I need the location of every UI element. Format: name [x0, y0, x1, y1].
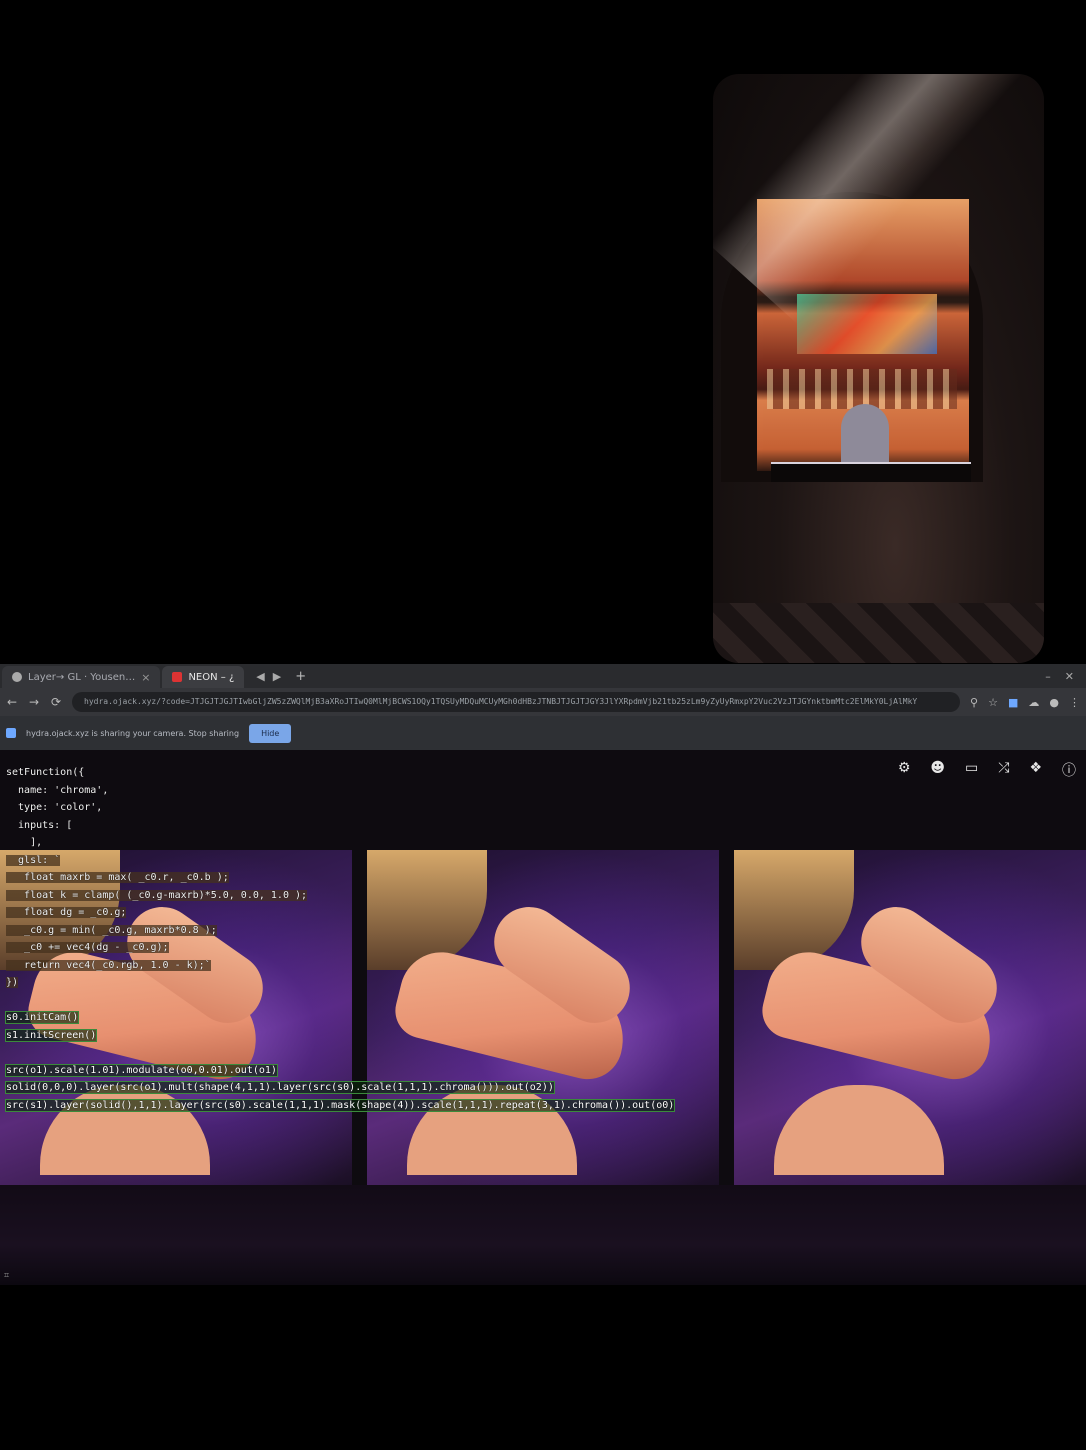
key-icon[interactable]: ⚲	[970, 696, 978, 709]
layers-icon[interactable]: ❖	[1029, 760, 1042, 780]
back-button[interactable]: ←	[6, 695, 18, 709]
camera-sharing-infobar: hydra.ojack.xyz is sharing your camera. …	[0, 716, 1086, 750]
code-line: name: 'chroma',	[6, 784, 109, 796]
code-line: return vec4(_c0.rgb, 1.0 - k);`	[6, 959, 211, 971]
code-line: _c0 += vec4(dg - _c0.g);	[6, 942, 169, 953]
new-tab-button[interactable]: +	[295, 669, 306, 684]
projection-window	[797, 294, 937, 354]
code-line: s1.initScreen()	[4, 1028, 98, 1042]
code-line: float k = clamp( (_c0.g-maxrb)*5.0, 0.0,…	[6, 889, 308, 901]
code-line: _c0.g = min( _c0.g, maxrb*0.8 );	[6, 924, 217, 936]
tab-scroll-right-icon[interactable]: ▶	[273, 670, 281, 683]
cloud-icon[interactable]: ☁	[1028, 696, 1039, 709]
reload-button[interactable]: ⟳	[50, 695, 62, 709]
browser-window: Layer→ GL · Yousen… × NEON – ¿ ◀ ▶ + – ✕…	[0, 664, 1086, 1285]
star-icon[interactable]: ☆	[988, 696, 998, 709]
code-line: float dg = _c0.g;	[6, 907, 127, 918]
code-line: ],	[6, 837, 43, 848]
minimize-icon[interactable]: –	[1045, 670, 1051, 683]
code-line: })	[6, 977, 19, 988]
hide-button[interactable]: Hide	[249, 723, 292, 743]
tab-label: NEON – ¿	[188, 671, 235, 683]
tab-scroll: ◀ ▶	[256, 670, 281, 683]
tab-label: Layer→ GL · Yousen…	[28, 671, 136, 683]
browser-toolbar: ← → ⟳ hydra.ojack.xyz/?code=JTJGJTJGJTIw…	[0, 688, 1086, 716]
url-text: hydra.ojack.xyz/?code=JTJGJTJGJTIwbGljZW…	[84, 697, 918, 706]
globe-icon	[12, 672, 22, 682]
code-line: s0.initCam()	[4, 1011, 80, 1024]
camera-preview	[713, 74, 1044, 663]
close-window-icon[interactable]: ✕	[1065, 670, 1074, 683]
hydra-canvas[interactable]: ⚙ ☻ ▭ ⤮ ❖ ⓘ setFunction({ name: 'chroma'…	[0, 750, 1086, 1285]
tab-bar: Layer→ GL · Yousen… × NEON – ¿ ◀ ▶ + – ✕	[0, 664, 1086, 688]
code-line: type: 'color',	[6, 802, 103, 813]
profile-icon[interactable]: ●	[1049, 696, 1059, 709]
tab-scroll-left-icon[interactable]: ◀	[256, 670, 264, 683]
code-line: glsl: `	[6, 854, 61, 866]
code-line: src(s1).layer(solid(),1,1).layer(src(s0)…	[4, 1098, 676, 1112]
canvas-bottom-strip	[0, 1185, 1086, 1285]
projection-balcony	[767, 369, 957, 409]
address-bar[interactable]: hydra.ojack.xyz/?code=JTJGJTJGJTIwbGljZW…	[72, 692, 961, 712]
code-line: float maxrb = max( _c0.r, _c0.b );	[6, 872, 229, 883]
resize-handle-icon[interactable]: ⌗	[4, 1271, 9, 1281]
app-favicon	[172, 672, 183, 682]
extension-icon[interactable]: ■	[1008, 696, 1018, 709]
tab-hydra-editor[interactable]: NEON – ¿	[162, 666, 245, 688]
code-line: solid(0,0,0).layer(src(o1).mult(shape(4,…	[5, 1081, 555, 1094]
code-line: setFunction({	[6, 767, 85, 778]
performer-table	[771, 462, 971, 482]
window-controls: – ✕	[1045, 670, 1074, 683]
venue-floor	[713, 603, 1044, 663]
code-line: inputs: [	[6, 819, 73, 831]
infobar-text: hydra.ojack.xyz is sharing your camera. …	[26, 728, 240, 738]
menu-icon[interactable]: ⋮	[1069, 696, 1080, 709]
camera-icon	[6, 728, 16, 738]
code-editor[interactable]: setFunction({ name: 'chroma', type: 'col…	[4, 764, 1006, 1114]
forward-button[interactable]: →	[28, 695, 40, 709]
tab-hydra-docs[interactable]: Layer→ GL · Yousen… ×	[2, 666, 161, 688]
close-tab-icon[interactable]: ×	[141, 671, 150, 684]
help-icon[interactable]: ⓘ	[1062, 760, 1076, 780]
code-line: src(o1).scale(1.01).modulate(o0,0.01).ou…	[5, 1063, 278, 1077]
